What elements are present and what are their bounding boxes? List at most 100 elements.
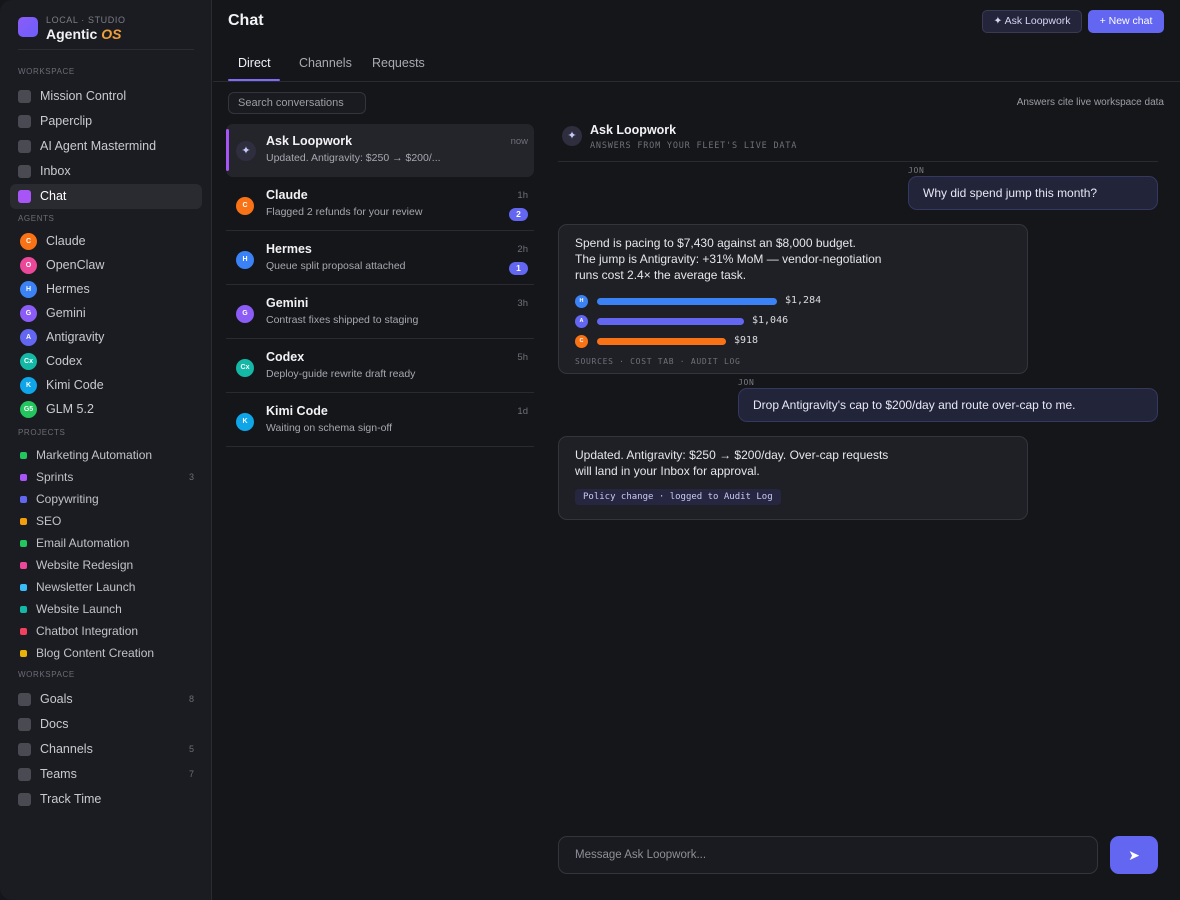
conversation-time: 5h <box>517 352 528 363</box>
conversation-item-kimi-code[interactable]: K Kimi Code Waiting on schema sign-off 1d <box>226 394 534 447</box>
search-conversations-input[interactable] <box>228 92 366 114</box>
unread-badge: 1 <box>509 262 528 275</box>
conversation-name: Gemini <box>266 296 309 310</box>
sidebar-agent-kimi-code[interactable]: K Kimi Code <box>18 375 202 397</box>
avatar: G5 <box>20 401 37 418</box>
message-line: Spend is pacing to $7,430 against an $8,… <box>575 236 856 250</box>
conversation-item-hermes[interactable]: H Hermes Queue split proposal attached 2h 1 <box>226 232 534 285</box>
sparkle-icon: ✦ <box>236 141 256 161</box>
brand-logo-icon <box>18 17 38 37</box>
project-label: SEO <box>36 514 62 528</box>
brand-name: Agentic OS <box>46 26 121 42</box>
project-color-dot <box>20 628 27 635</box>
sidebar-agent-antigravity[interactable]: A Antigravity <box>18 327 202 349</box>
conversation-item-ask-loopwork[interactable]: ✦ Ask Loopwork Updated. Antigravity: $250 … <box>226 124 534 177</box>
nav-square-icon <box>18 793 31 806</box>
sidebar-item-label: Inbox <box>40 164 71 178</box>
avatar: H <box>575 295 588 308</box>
sidebar-item-ai-agent-mastermind[interactable]: AI Agent Mastermind <box>10 134 202 159</box>
active-conversation-indicator <box>226 129 229 171</box>
tab-direct[interactable]: Direct <box>238 56 271 70</box>
conversation-preview: Flagged 2 refunds for your review <box>266 206 423 218</box>
conversation-item-codex[interactable]: Cx Codex Deploy-guide rewrite draft ready 5… <box>226 340 534 393</box>
sidebar-project-copywriting[interactable]: Copywriting <box>18 490 202 510</box>
message-author: JON <box>738 378 755 387</box>
brand-name-text: Agentic <box>46 26 98 42</box>
assistant-message: Updated. Antigravity: $250 → $200/day. O… <box>558 436 1028 520</box>
sidebar-item-label: AI Agent Mastermind <box>40 139 157 153</box>
new-chat-button[interactable]: + New chat <box>1088 10 1164 33</box>
sidebar-item-paperclip[interactable]: Paperclip <box>10 109 202 134</box>
conversation-preview: Queue split proposal attached <box>266 260 406 272</box>
avatar: G <box>236 305 254 323</box>
sidebar-project-website-launch[interactable]: Website Launch <box>18 600 202 620</box>
chat-title: Ask Loopwork <box>590 123 677 137</box>
sidebar-project-email-automation[interactable]: Email Automation <box>18 534 202 554</box>
project-color-dot <box>20 650 27 657</box>
conversation-item-claude[interactable]: C Claude Flagged 2 refunds for your review… <box>226 178 534 231</box>
sidebar-item-label: Mission Control <box>40 89 127 103</box>
sidebar-project-chatbot-integration[interactable]: Chatbot Integration <box>18 622 202 642</box>
sidebar-item-inbox[interactable]: Inbox <box>10 159 202 184</box>
agent-label: Claude <box>46 234 86 248</box>
sidebar-agent-claude[interactable]: C Claude <box>18 231 202 253</box>
project-color-dot <box>20 540 27 547</box>
project-label: Sprints <box>36 470 74 484</box>
project-label: Blog Content Creation <box>36 646 155 660</box>
spend-value: $1,284 <box>785 295 822 306</box>
agent-label: Antigravity <box>46 330 105 344</box>
chat-header-divider <box>558 161 1158 162</box>
nav-square-icon <box>18 90 31 103</box>
sidebar-item-goals[interactable]: Goals 8 <box>10 687 202 712</box>
avatar: A <box>20 329 37 346</box>
tabs-divider <box>213 81 1180 82</box>
sidebar-agent-glm-5-2[interactable]: G5 GLM 5.2 <box>18 399 202 421</box>
message-line: runs cost 2.4× the average task. <box>575 268 747 282</box>
conversation-time: 1d <box>517 406 528 417</box>
message-input[interactable] <box>558 836 1098 874</box>
sidebar-agent-codex[interactable]: Cx Codex <box>18 351 202 373</box>
sidebar-agent-openclaw[interactable]: O OpenClaw <box>18 255 202 277</box>
spend-bar <box>597 338 726 345</box>
project-color-dot <box>20 584 27 591</box>
sidebar-agent-gemini[interactable]: G Gemini <box>18 303 202 325</box>
sidebar-item-channels[interactable]: Channels 5 <box>10 737 202 762</box>
conversation-preview: Updated. Antigravity: $250 → $200/... <box>266 152 441 164</box>
ask-loopwork-button[interactable]: ✦ Ask Loopwork <box>982 10 1082 33</box>
sidebar-item-teams[interactable]: Teams 7 <box>10 762 202 787</box>
agent-label: Gemini <box>46 306 86 320</box>
section-label-projects: PROJECTS <box>18 428 66 437</box>
sidebar-item-chat[interactable]: Chat <box>10 184 202 209</box>
sidebar-project-newsletter-launch[interactable]: Newsletter Launch <box>18 578 202 598</box>
sidebar-item-label: Channels <box>40 742 93 756</box>
conversation-time: 2h <box>517 244 528 255</box>
conversation-item-gemini[interactable]: G Gemini Contrast fixes shipped to staging… <box>226 286 534 339</box>
sidebar-item-mission-control[interactable]: Mission Control <box>10 84 202 109</box>
sidebar-project-blog-content-creation[interactable]: Blog Content Creation <box>18 644 202 664</box>
sparkle-icon: ✦ <box>562 126 582 146</box>
sidebar-project-website-redesign[interactable]: Website Redesign <box>18 556 202 576</box>
conversation-preview: Deploy-guide rewrite draft ready <box>266 368 416 380</box>
avatar: K <box>236 413 254 431</box>
policy-change-pill: Policy change · logged to Audit Log <box>575 489 781 505</box>
sidebar-project-sprints[interactable]: Sprints 3 <box>18 468 202 488</box>
avatar: C <box>575 335 588 348</box>
sidebar-item-track-time[interactable]: Track Time <box>10 787 202 812</box>
conversation-name: Ask Loopwork <box>266 134 353 148</box>
spend-value: $1,046 <box>752 315 789 326</box>
tab-channels[interactable]: Channels <box>299 56 352 70</box>
project-color-dot <box>20 518 27 525</box>
sidebar-agent-hermes[interactable]: H Hermes <box>18 279 202 301</box>
send-button[interactable]: ➤ <box>1110 836 1158 874</box>
sidebar-project-marketing-automation[interactable]: Marketing Automation <box>18 446 202 466</box>
project-label: Copywriting <box>36 492 99 506</box>
sidebar-item-count: 5 <box>188 744 194 754</box>
sidebar-item-label: Paperclip <box>40 114 93 128</box>
avatar: A <box>575 315 588 328</box>
avatar: C <box>20 233 37 250</box>
tab-requests[interactable]: Requests <box>372 56 425 70</box>
nav-square-icon <box>18 768 31 781</box>
sidebar-project-seo[interactable]: SEO <box>18 512 202 532</box>
sidebar-item-docs[interactable]: Docs <box>10 712 202 737</box>
avatar: H <box>20 281 37 298</box>
